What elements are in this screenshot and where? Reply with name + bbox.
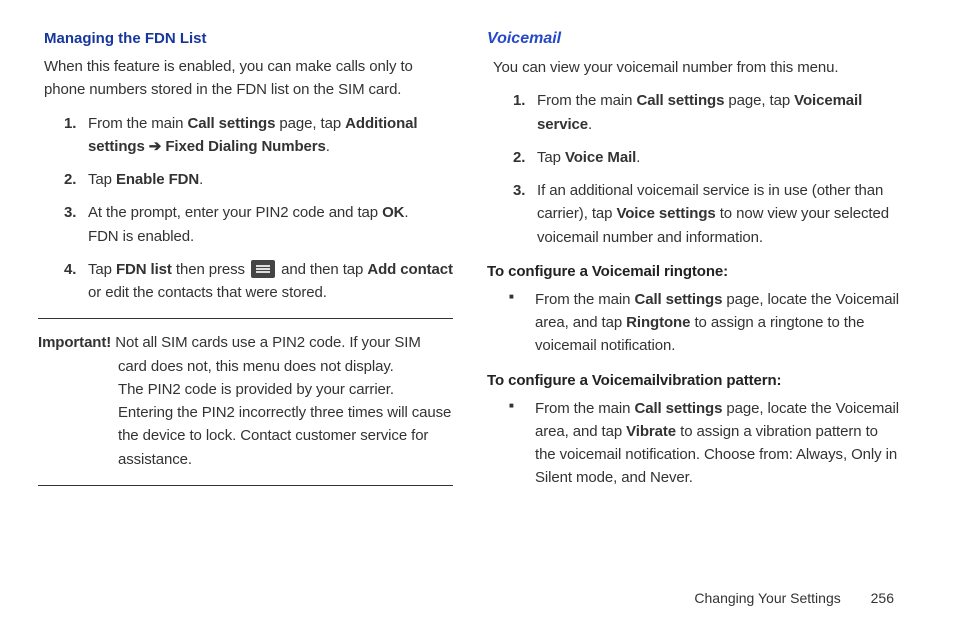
- subhead-ringtone: To configure a Voicemail ringtone:: [487, 263, 902, 280]
- page-content: Managing the FDN List When this feature …: [0, 0, 954, 504]
- text: then press: [172, 261, 249, 278]
- text: At the prompt, enter your PIN2 code and …: [88, 204, 382, 221]
- right-column: Voicemail You can view your voicemail nu…: [487, 30, 902, 504]
- heading-voicemail: Voicemail: [487, 30, 902, 48]
- bold: Call settings: [634, 400, 722, 417]
- text: page, tap: [724, 92, 794, 109]
- text: FDN is enabled.: [88, 228, 194, 245]
- text: .: [636, 149, 640, 166]
- step-number: 3.: [64, 201, 76, 224]
- bold: Add contact: [367, 261, 453, 278]
- fdn-step-3: 3. At the prompt, enter your PIN2 code a…: [64, 201, 453, 248]
- bold: Call settings: [634, 291, 722, 308]
- step-number: 1.: [513, 89, 525, 112]
- bold: Fixed Dialing Numbers: [165, 138, 325, 155]
- bold: Ringtone: [626, 314, 690, 331]
- footer-page-number: 256: [871, 590, 894, 606]
- arrow-icon: ➔: [145, 138, 166, 155]
- text: .: [326, 138, 330, 155]
- fdn-step-4: 4. Tap FDN list then press and then tap …: [64, 258, 453, 305]
- divider: [38, 318, 453, 319]
- bold: Call settings: [187, 115, 275, 132]
- step-number: 2.: [513, 146, 525, 169]
- bold: Voice Mail: [565, 149, 636, 166]
- vibration-bullet: From the main Call settings page, locate…: [507, 397, 902, 490]
- step-number: 2.: [64, 168, 76, 191]
- subhead-vibration: To configure a Voicemailvibration patter…: [487, 372, 902, 389]
- text: From the main: [88, 115, 187, 132]
- important-text-2: The PIN2 code is provided by your carrie…: [118, 378, 453, 471]
- fdn-step-2: 2. Tap Enable FDN.: [64, 168, 453, 191]
- text: From the main: [535, 291, 634, 308]
- vibration-bullets: From the main Call settings page, locate…: [507, 397, 902, 490]
- text: Tap: [537, 149, 565, 166]
- bold: OK: [382, 204, 404, 221]
- vm-step-1: 1. From the main Call settings page, tap…: [513, 89, 902, 136]
- text: .: [404, 204, 408, 221]
- text: From the main: [537, 92, 636, 109]
- important-text-1: Not all SIM cards use a PIN2 code. If yo…: [111, 334, 421, 374]
- left-column: Managing the FDN List When this feature …: [38, 30, 453, 504]
- text: Tap: [88, 261, 116, 278]
- ringtone-bullets: From the main Call settings page, locate…: [507, 288, 902, 358]
- heading-managing-fdn: Managing the FDN List: [44, 30, 453, 47]
- text: .: [199, 171, 203, 188]
- ringtone-bullet: From the main Call settings page, locate…: [507, 288, 902, 358]
- bold: FDN list: [116, 261, 172, 278]
- vm-step-3: 3. If an additional voicemail service is…: [513, 179, 902, 249]
- text: or edit the contacts that were stored.: [88, 284, 327, 301]
- vm-step-2: 2. Tap Voice Mail.: [513, 146, 902, 169]
- text: From the main: [535, 400, 634, 417]
- fdn-step-1: 1. From the main Call settings page, tap…: [64, 112, 453, 159]
- step-number: 3.: [513, 179, 525, 202]
- step-number: 4.: [64, 258, 76, 281]
- text: Tap: [88, 171, 116, 188]
- bold: Voice settings: [616, 205, 715, 222]
- text: page, tap: [275, 115, 345, 132]
- bold: Enable FDN: [116, 171, 199, 188]
- divider: [38, 485, 453, 486]
- bold: Vibrate: [626, 423, 676, 440]
- page-footer: Changing Your Settings 256: [694, 590, 894, 606]
- important-label: Important!: [38, 334, 111, 351]
- step-number: 1.: [64, 112, 76, 135]
- bold: Call settings: [636, 92, 724, 109]
- text: .: [588, 116, 592, 133]
- important-note: Important! Not all SIM cards use a PIN2 …: [38, 327, 453, 477]
- fdn-intro: When this feature is enabled, you can ma…: [44, 55, 453, 102]
- fdn-steps: 1. From the main Call settings page, tap…: [64, 112, 453, 305]
- menu-icon: [251, 260, 275, 278]
- voicemail-intro: You can view your voicemail number from …: [493, 56, 902, 79]
- footer-section: Changing Your Settings: [694, 590, 840, 606]
- text: and then tap: [277, 261, 367, 278]
- voicemail-steps: 1. From the main Call settings page, tap…: [513, 89, 902, 249]
